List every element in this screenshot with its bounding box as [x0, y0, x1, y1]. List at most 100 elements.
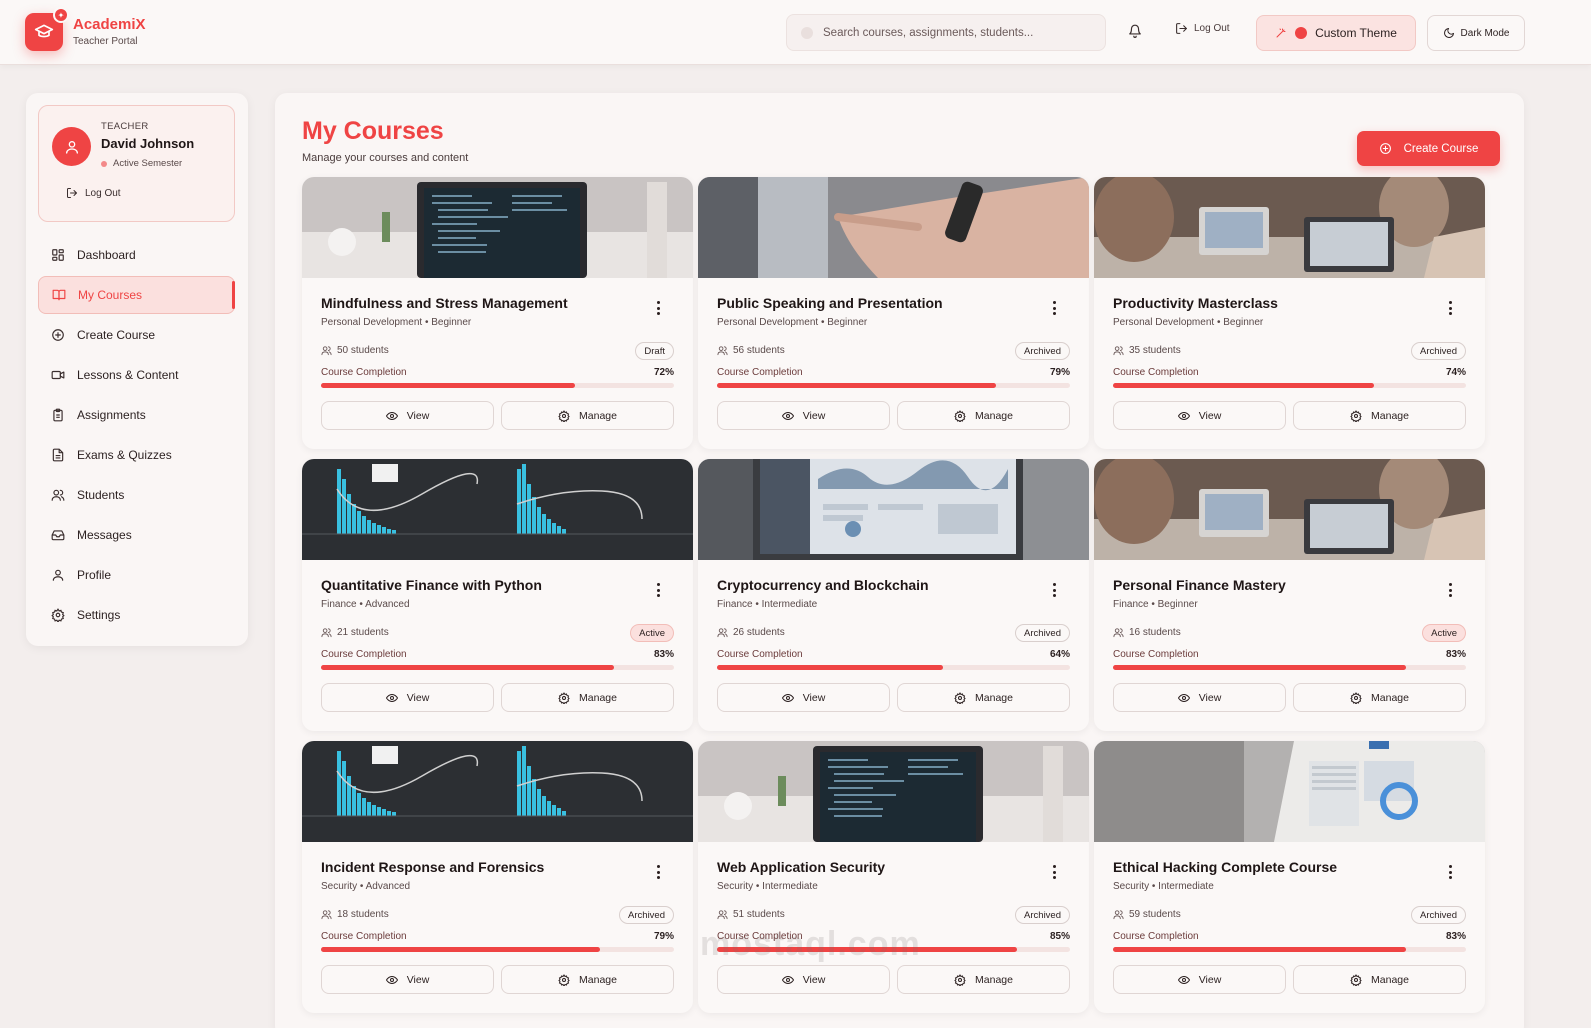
more-options-icon[interactable]	[1053, 583, 1057, 600]
avatar[interactable]	[52, 127, 91, 166]
profile-role: TEACHER	[101, 121, 149, 132]
eye-icon	[781, 411, 794, 420]
eye-icon	[1177, 975, 1190, 984]
brand-subtitle: Teacher Portal	[73, 35, 138, 47]
completion-progress-bar	[321, 665, 674, 670]
completion-label: Course Completion	[1113, 649, 1199, 660]
header-logout-button[interactable]: Log Out	[1175, 22, 1230, 35]
course-card[interactable]: Productivity Masterclass Personal Develo…	[1094, 177, 1485, 449]
more-options-icon[interactable]	[657, 301, 661, 318]
view-button[interactable]: View	[1113, 965, 1286, 994]
view-button[interactable]: View	[321, 965, 494, 994]
completion-percent: 72%	[653, 367, 674, 378]
course-card[interactable]: Cryptocurrency and Blockchain Finance • …	[698, 459, 1089, 731]
view-button[interactable]: View	[321, 401, 494, 430]
users-icon	[1113, 628, 1124, 638]
plus-circle-icon	[1379, 143, 1391, 154]
logout-icon	[1176, 23, 1187, 34]
student-count-label: 56 students	[733, 345, 785, 356]
users-icon	[717, 346, 728, 356]
course-card[interactable]: Personal Finance Mastery Finance • Begin…	[1094, 459, 1485, 731]
course-card[interactable]: Ethical Hacking Complete Course Security…	[1094, 741, 1485, 1013]
sidebar-item-settings[interactable]: Settings	[38, 596, 235, 634]
more-options-icon[interactable]	[657, 865, 661, 882]
brand[interactable]: ✦ AcademiX Teacher Portal	[25, 7, 146, 51]
search-box[interactable]	[786, 14, 1106, 51]
eye-icon	[781, 975, 794, 984]
manage-button[interactable]: Manage	[1293, 683, 1466, 712]
progress-fill	[717, 665, 943, 670]
course-meta: Security • Advanced	[321, 881, 411, 892]
view-button[interactable]: View	[717, 683, 890, 712]
course-title: Cryptocurrency and Blockchain	[717, 577, 929, 593]
manage-button[interactable]: Manage	[897, 965, 1070, 994]
search-input[interactable]	[823, 26, 1083, 39]
create-course-button[interactable]: Create Course	[1357, 131, 1500, 166]
more-options-icon[interactable]	[1449, 865, 1453, 882]
more-options-icon[interactable]	[1053, 301, 1057, 318]
users-icon	[1113, 910, 1124, 920]
sidebar-item-students[interactable]: Students	[38, 476, 235, 514]
sidebar-item-label: Create Course	[77, 328, 156, 342]
more-options-icon[interactable]	[657, 583, 661, 600]
more-options-icon[interactable]	[1449, 301, 1453, 318]
view-button[interactable]: View	[1113, 401, 1286, 430]
profile-name: David Johnson	[101, 136, 195, 151]
completion-percent: 83%	[653, 649, 674, 660]
manage-label: Manage	[1371, 409, 1409, 422]
manage-button[interactable]: Manage	[501, 683, 674, 712]
manage-button[interactable]: Manage	[1293, 401, 1466, 430]
manage-button[interactable]: Manage	[897, 401, 1070, 430]
manage-button[interactable]: Manage	[501, 965, 674, 994]
user-icon	[65, 140, 78, 154]
sidebar-item-exams[interactable]: Exams & Quizzes	[38, 436, 235, 474]
clipboard-icon	[53, 408, 63, 422]
view-button[interactable]: View	[321, 683, 494, 712]
completion-percent: 79%	[1049, 367, 1070, 378]
course-thumbnail	[698, 741, 1089, 842]
sidebar-item-label: Messages	[77, 528, 132, 542]
sidebar-item-lessons[interactable]: Lessons & Content	[38, 356, 235, 394]
top-header: ✦ AcademiX Teacher Portal Log Out Custom…	[0, 0, 1591, 65]
theme-color-dot	[1295, 27, 1308, 39]
manage-button[interactable]: Manage	[897, 683, 1070, 712]
sidebar-item-dashboard[interactable]: Dashboard	[38, 236, 235, 274]
course-card[interactable]: Mindfulness and Stress Management Person…	[302, 177, 693, 449]
dark-mode-button[interactable]: Dark Mode	[1427, 15, 1525, 51]
more-options-icon[interactable]	[1053, 865, 1057, 882]
bell-icon[interactable]	[1128, 24, 1146, 42]
sidebar-item-messages[interactable]: Messages	[38, 516, 235, 554]
completion-progress-bar	[1113, 665, 1466, 670]
sidebar-item-assignments[interactable]: Assignments	[38, 396, 235, 434]
profile-card: TEACHER David Johnson Active Semester Lo…	[38, 105, 235, 222]
sidebar-item-my-courses[interactable]: My Courses	[38, 276, 235, 314]
user-icon	[52, 569, 64, 581]
student-count-label: 50 students	[337, 345, 389, 356]
view-button[interactable]: View	[1113, 683, 1286, 712]
progress-fill	[321, 947, 600, 952]
sidebar-item-profile[interactable]: Profile	[38, 556, 235, 594]
grid-icon	[52, 249, 64, 261]
completion-label: Course Completion	[717, 931, 803, 942]
sidebar-item-create-course[interactable]: Create Course	[38, 316, 235, 354]
progress-fill	[1113, 947, 1406, 952]
manage-button[interactable]: Manage	[501, 401, 674, 430]
course-card[interactable]: Web Application Security Security • Inte…	[698, 741, 1089, 1013]
course-card[interactable]: Incident Response and Forensics Security…	[302, 741, 693, 1013]
course-thumbnail	[698, 177, 1089, 278]
view-button[interactable]: View	[717, 965, 890, 994]
profile-logout-button[interactable]: Log Out	[66, 187, 121, 199]
magic-wand-icon	[1276, 28, 1286, 38]
custom-theme-button[interactable]: Custom Theme	[1256, 15, 1416, 51]
completion-percent: 74%	[1445, 367, 1466, 378]
course-title: Mindfulness and Stress Management	[321, 295, 568, 311]
status-badge: Archived	[1411, 342, 1466, 360]
moon-icon	[1443, 28, 1454, 38]
more-options-icon[interactable]	[1449, 583, 1453, 600]
completion-progress-bar	[1113, 383, 1466, 388]
course-card[interactable]: Quantitative Finance with Python Finance…	[302, 459, 693, 731]
student-count-label: 26 students	[733, 627, 785, 638]
manage-button[interactable]: Manage	[1293, 965, 1466, 994]
view-button[interactable]: View	[717, 401, 890, 430]
course-card[interactable]: Public Speaking and Presentation Persona…	[698, 177, 1089, 449]
